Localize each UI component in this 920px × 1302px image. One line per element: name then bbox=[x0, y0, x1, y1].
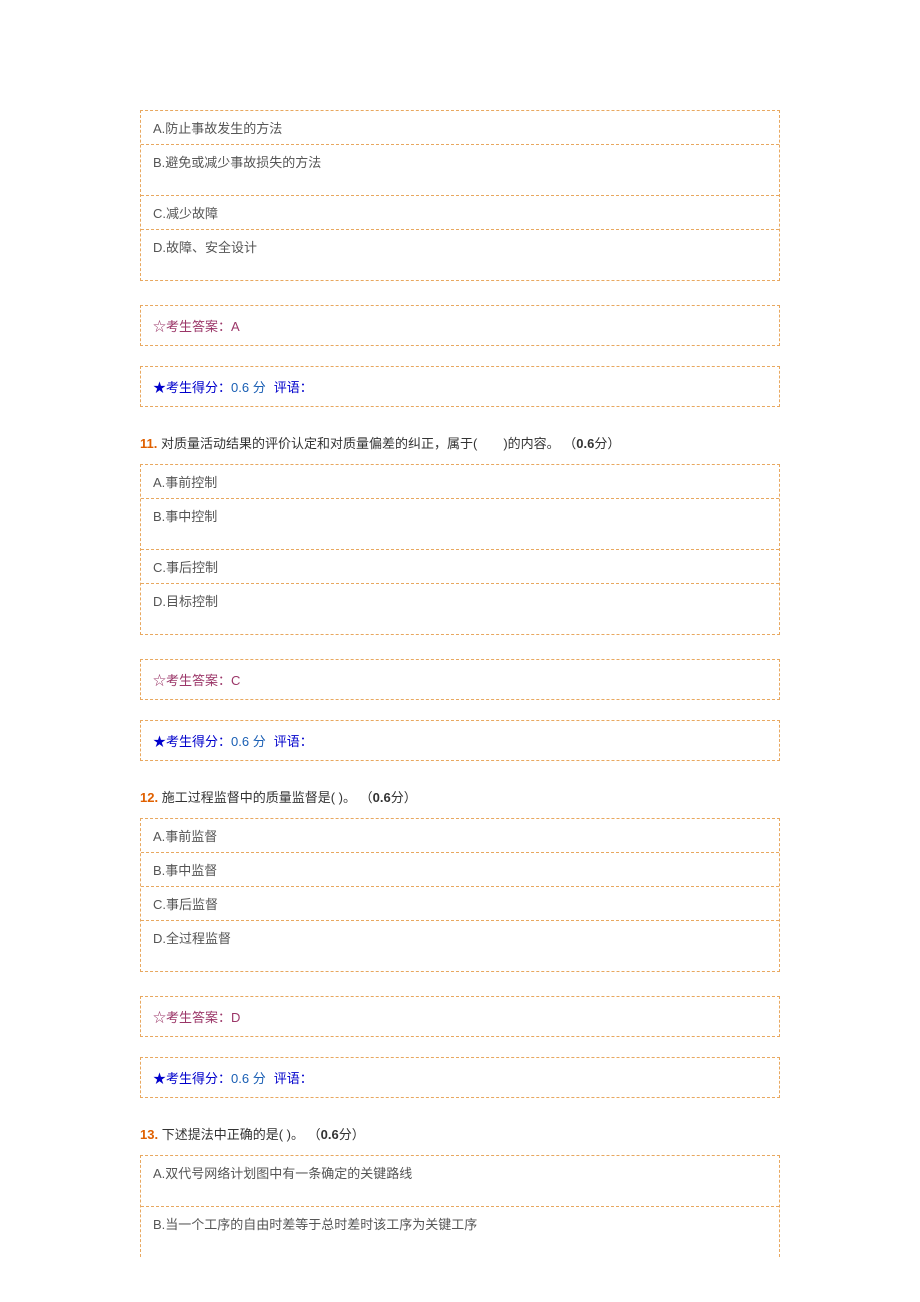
q12-option-d[interactable]: D.全过程监督 bbox=[141, 921, 779, 971]
score-value: 0.6 分 bbox=[231, 380, 266, 395]
q11-option-d[interactable]: D.目标控制 bbox=[141, 584, 779, 634]
q11-number: 11. bbox=[140, 436, 157, 451]
answer-label: ☆考生答案： bbox=[153, 319, 231, 334]
star-icon: ★ bbox=[153, 380, 166, 395]
q13-text: 下述提法中正确的是( )。 bbox=[162, 1127, 304, 1142]
q12-option-c[interactable]: C.事后监督 bbox=[141, 887, 779, 921]
q10-answer-box: ☆考生答案：A bbox=[140, 305, 780, 346]
q12-points: （0.6分） bbox=[360, 790, 417, 805]
q11-score-box: ★考生得分：0.6 分评语： bbox=[140, 720, 780, 761]
answer-label: ☆考生答案： bbox=[153, 1010, 231, 1025]
answer-label: ☆考生答案： bbox=[153, 673, 231, 688]
comment-label: 评语： bbox=[274, 1071, 313, 1086]
q10-options: A.防止事故发生的方法 B.避免或减少事故损失的方法 C.减少故障 D.故障、安… bbox=[140, 110, 780, 281]
score-label: 考生得分： bbox=[166, 734, 231, 749]
star-icon: ★ bbox=[153, 734, 166, 749]
star-icon: ★ bbox=[153, 1071, 166, 1086]
comment-label: 评语： bbox=[274, 380, 313, 395]
answer-value: C bbox=[231, 673, 240, 688]
q11-option-c[interactable]: C.事后控制 bbox=[141, 550, 779, 584]
q10-option-a[interactable]: A.防止事故发生的方法 bbox=[141, 111, 779, 145]
q10-option-d[interactable]: D.故障、安全设计 bbox=[141, 230, 779, 280]
q13-stem: 13. 下述提法中正确的是( )。 （0.6分） bbox=[140, 1124, 780, 1143]
q12-number: 12. bbox=[140, 790, 158, 805]
score-value: 0.6 分 bbox=[231, 734, 266, 749]
q12-score-box: ★考生得分：0.6 分评语： bbox=[140, 1057, 780, 1098]
q11-option-b[interactable]: B.事中控制 bbox=[141, 499, 779, 550]
q11-stem: 11. 对质量活动结果的评价认定和对质量偏差的纠正，属于( )的内容。 （0.6… bbox=[140, 433, 780, 452]
q12-text: 施工过程监督中的质量监督是( )。 bbox=[162, 790, 356, 805]
q12-stem: 12. 施工过程监督中的质量监督是( )。 （0.6分） bbox=[140, 787, 780, 806]
answer-value: A bbox=[231, 319, 240, 334]
q11-options: A.事前控制 B.事中控制 C.事后控制 D.目标控制 bbox=[140, 464, 780, 635]
score-value: 0.6 分 bbox=[231, 1071, 266, 1086]
q13-option-a[interactable]: A.双代号网络计划图中有一条确定的关键路线 bbox=[141, 1156, 779, 1207]
q11-text: 对质量活动结果的评价认定和对质量偏差的纠正，属于( )的内容。 bbox=[161, 436, 560, 451]
q13-options: A.双代号网络计划图中有一条确定的关键路线 B.当一个工序的自由时差等于总时差时… bbox=[140, 1155, 780, 1257]
comment-label: 评语： bbox=[274, 734, 313, 749]
q11-answer-box: ☆考生答案：C bbox=[140, 659, 780, 700]
q13-option-b[interactable]: B.当一个工序的自由时差等于总时差时该工序为关键工序 bbox=[141, 1207, 779, 1257]
q10-score-box: ★考生得分：0.6 分评语： bbox=[140, 366, 780, 407]
q12-option-a[interactable]: A.事前监督 bbox=[141, 819, 779, 853]
answer-value: D bbox=[231, 1010, 240, 1025]
q12-options: A.事前监督 B.事中监督 C.事后监督 D.全过程监督 bbox=[140, 818, 780, 972]
q12-option-b[interactable]: B.事中监督 bbox=[141, 853, 779, 887]
q13-points: （0.6分） bbox=[308, 1127, 365, 1142]
q10-option-c[interactable]: C.减少故障 bbox=[141, 196, 779, 230]
score-label: 考生得分： bbox=[166, 380, 231, 395]
q13-number: 13. bbox=[140, 1127, 158, 1142]
q11-points: （0.6分） bbox=[563, 436, 620, 451]
score-label: 考生得分： bbox=[166, 1071, 231, 1086]
q10-option-b[interactable]: B.避免或减少事故损失的方法 bbox=[141, 145, 779, 196]
q11-option-a[interactable]: A.事前控制 bbox=[141, 465, 779, 499]
q12-answer-box: ☆考生答案：D bbox=[140, 996, 780, 1037]
